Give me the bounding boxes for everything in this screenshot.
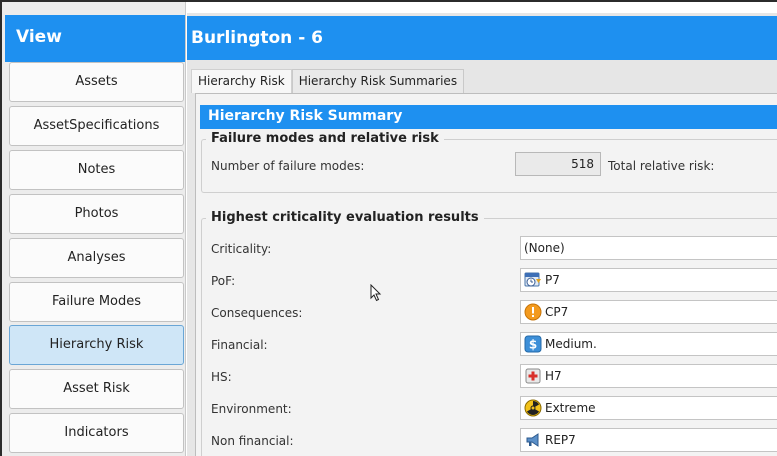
criticality-group-title: Highest criticality evaluation results: [206, 210, 484, 225]
pof-field[interactable]: P7: [520, 268, 777, 292]
tab-content: Hierarchy Risk Summary Failure modes and…: [195, 93, 777, 456]
financial-label: Financial:: [211, 338, 268, 352]
non-financial-field[interactable]: REP7: [520, 428, 777, 452]
criticality-label: Criticality:: [211, 242, 272, 256]
hs-field[interactable]: H7: [520, 364, 777, 388]
nav-item-analyses[interactable]: Analyses: [9, 238, 184, 278]
nav-item-hierarchy-risk[interactable]: Hierarchy Risk: [9, 325, 184, 365]
hs-value: H7: [545, 369, 562, 383]
consequences-field[interactable]: CP7: [520, 300, 777, 324]
nav-item-asset-risk[interactable]: Asset Risk: [9, 369, 184, 409]
criticality-field[interactable]: (None): [520, 236, 777, 260]
hs-label: HS:: [211, 370, 232, 384]
warning-icon: [524, 303, 542, 321]
tab-strip: Hierarchy Risk Hierarchy Risk Summaries: [191, 69, 465, 93]
failure-modes-count-field[interactable]: 518: [515, 152, 601, 176]
nav-item-indicators[interactable]: Indicators: [9, 413, 184, 453]
radiation-icon: [524, 399, 542, 417]
pof-label: PoF:: [211, 274, 236, 288]
criticality-group: Highest criticality evaluation results C…: [201, 210, 777, 456]
pof-value: P7: [545, 273, 560, 287]
financial-value: Medium.: [545, 337, 597, 351]
tab-hierarchy-risk[interactable]: Hierarchy Risk: [191, 69, 292, 93]
page-title: Burlington - 6: [187, 16, 777, 60]
nav-item-failure-modes[interactable]: Failure Modes: [9, 282, 184, 322]
non-financial-value: REP7: [545, 433, 576, 447]
failure-modes-count-label: Number of failure modes:: [211, 159, 365, 173]
criticality-value: (None): [524, 241, 565, 255]
svg-text:$: $: [529, 338, 537, 352]
non-financial-label: Non financial:: [211, 434, 294, 448]
mouse-cursor-icon: [370, 283, 382, 305]
environment-value: Extreme: [545, 401, 596, 415]
failure-modes-group: Failure modes and relative risk Number o…: [201, 131, 777, 193]
financial-field[interactable]: $ Medium.: [520, 332, 777, 356]
megaphone-icon: [524, 431, 542, 449]
section-title: Hierarchy Risk Summary: [200, 105, 777, 129]
main-area: Burlington - 6 Hierarchy Risk Hierarchy …: [187, 13, 777, 456]
dollar-icon: $: [524, 335, 542, 353]
pof-calendar-icon: [524, 271, 542, 289]
first-aid-icon: [524, 367, 542, 385]
environment-label: Environment:: [211, 402, 292, 416]
environment-field[interactable]: Extreme: [520, 396, 777, 420]
failure-modes-group-title: Failure modes and relative risk: [206, 131, 444, 146]
view-panel: View Assets AssetSpecifications Notes Ph…: [2, 2, 186, 456]
nav-item-assets[interactable]: Assets: [9, 62, 184, 102]
nav-item-photos[interactable]: Photos: [9, 194, 184, 234]
nav-item-notes[interactable]: Notes: [9, 150, 184, 190]
consequences-label: Consequences:: [211, 306, 303, 320]
tab-hierarchy-risk-summaries[interactable]: Hierarchy Risk Summaries: [291, 69, 465, 93]
total-relative-risk-label: Total relative risk:: [608, 159, 715, 173]
view-panel-title: View: [5, 15, 185, 62]
consequences-value: CP7: [545, 305, 569, 319]
nav-item-asset-specifications[interactable]: AssetSpecifications: [9, 106, 184, 146]
